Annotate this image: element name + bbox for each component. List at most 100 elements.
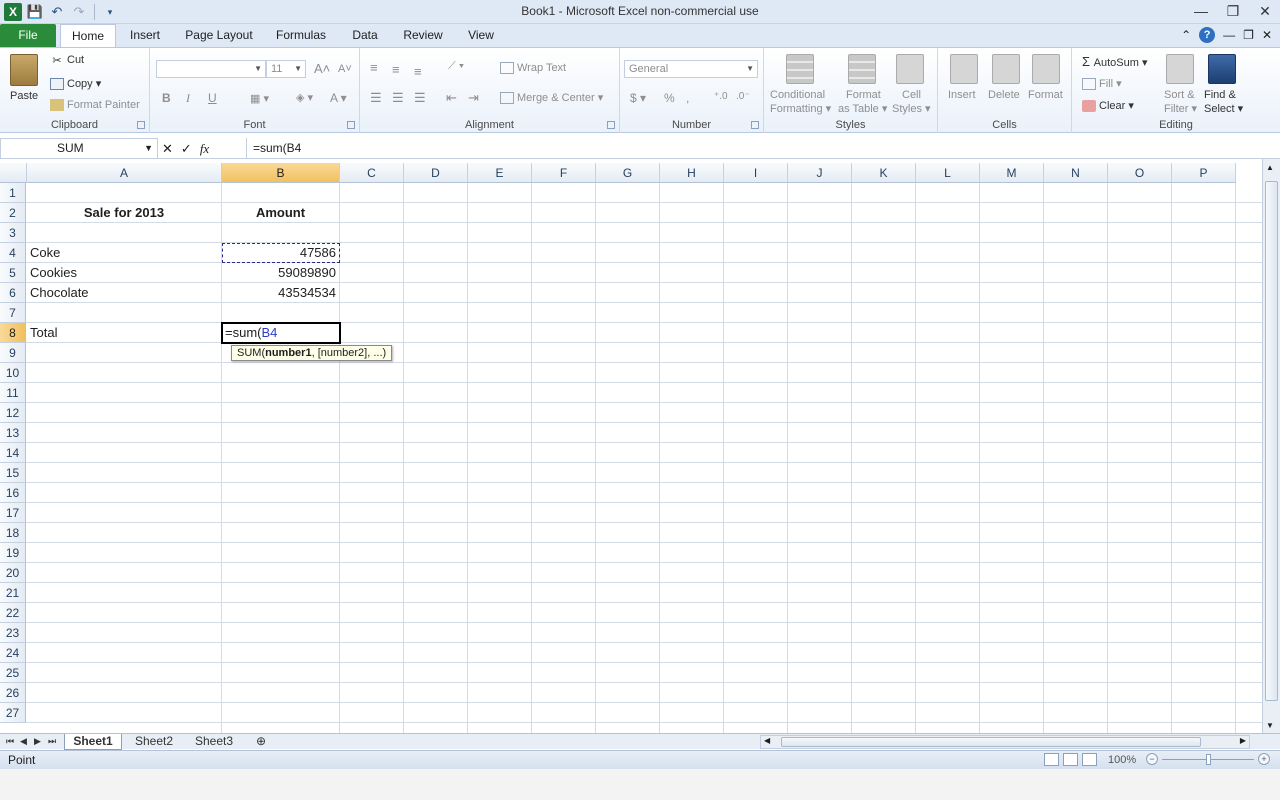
zoom-in-icon[interactable]: + [1258, 753, 1270, 765]
insert-sheet-icon[interactable]: ⊕ [248, 734, 274, 750]
font-launcher-icon[interactable] [347, 121, 355, 129]
active-cell-B8[interactable]: =sum(B4 [221, 322, 341, 344]
scroll-left-icon[interactable]: ◀ [764, 736, 770, 745]
underline-button[interactable]: U [208, 91, 217, 105]
top-align-icon[interactable]: ≡ [370, 60, 378, 75]
middle-align-icon[interactable]: ≡ [392, 62, 400, 77]
cell-B4[interactable]: 47586 [222, 243, 339, 263]
align-left-icon[interactable]: ☰ [370, 90, 382, 106]
minimize-button[interactable]: — [1192, 2, 1210, 20]
paste-label: Paste [10, 90, 39, 102]
cell-styles-label-1: Cell [902, 89, 921, 101]
cell-B8-editor[interactable]: =sum(B4 [223, 324, 339, 342]
scroll-right-icon[interactable]: ▶ [1240, 736, 1246, 745]
grow-font-icon[interactable]: A˄ [314, 61, 330, 76]
bottom-align-icon[interactable]: ≡ [414, 64, 422, 79]
restore-button[interactable]: ❐ [1224, 2, 1242, 20]
workbook-minimize-button[interactable]: — [1223, 28, 1235, 42]
name-box[interactable]: SUM ▼ [0, 138, 158, 159]
formula-input[interactable]: =sum(B4 [246, 138, 1266, 159]
italic-button[interactable]: I [186, 91, 190, 106]
decrease-indent-icon[interactable]: ⇤ [446, 90, 457, 106]
comma-button[interactable]: , [686, 91, 689, 105]
tab-data[interactable]: Data [344, 24, 386, 47]
horizontal-scroll-thumb[interactable] [781, 737, 1201, 747]
clipboard-launcher-icon[interactable] [137, 121, 145, 129]
tab-file[interactable]: File [0, 24, 56, 47]
vertical-scroll-thumb[interactable] [1265, 181, 1278, 701]
format-painter-button[interactable]: Format Painter [50, 99, 140, 112]
copy-button[interactable]: Copy ▾ [50, 77, 101, 91]
prev-sheet-icon[interactable]: ◀ [20, 734, 27, 749]
cell-A4[interactable]: Coke [27, 243, 221, 263]
help-icon[interactable]: ? [1199, 27, 1216, 43]
page-layout-view-icon[interactable] [1063, 753, 1078, 766]
cell-A6[interactable]: Chocolate [27, 283, 221, 303]
workbook-restore-button[interactable]: ❐ [1243, 28, 1254, 42]
cell-B6[interactable]: 43534534 [222, 283, 339, 303]
alignment-launcher-icon[interactable] [607, 121, 615, 129]
number-launcher-icon[interactable] [751, 121, 759, 129]
orientation-icon[interactable]: ⟋ ▾ [448, 60, 464, 73]
close-button[interactable]: ✕ [1256, 2, 1274, 20]
page-break-view-icon[interactable] [1082, 753, 1097, 766]
number-format-combo[interactable]: General ▼ [624, 60, 758, 78]
zoom-slider[interactable]: − + [1146, 753, 1272, 766]
fill-color-icon[interactable]: ◈ ▾ [296, 91, 313, 104]
font-name-combo[interactable]: ▼ [156, 60, 266, 78]
currency-button[interactable]: $ ▾ [630, 91, 646, 105]
increase-indent-icon[interactable]: ⇥ [468, 90, 479, 106]
percent-button[interactable]: % [664, 91, 675, 105]
cell-styles-label-2: Styles ▾ [892, 103, 931, 115]
next-sheet-icon[interactable]: ▶ [34, 734, 41, 749]
tab-page-layout[interactable]: Page Layout [180, 24, 258, 47]
font-color-icon[interactable]: A ▾ [330, 91, 347, 105]
cut-button[interactable]: ✂ Cut [50, 54, 84, 67]
cell-A5[interactable]: Cookies [27, 263, 221, 283]
first-sheet-icon[interactable]: ⏮ [6, 734, 14, 749]
zoom-knob[interactable] [1206, 754, 1211, 765]
scroll-down-icon[interactable]: ▼ [1266, 721, 1274, 730]
worksheet-grid[interactable]: ABCDEFGHIJKLMNOP 1 2 3 4 5 6 7 8 9 10 11 12 13 14 15 16… [0, 163, 1262, 733]
tab-insert[interactable]: Insert [120, 24, 170, 47]
sheet-tab-2[interactable]: Sheet2 [126, 734, 182, 750]
vertical-scrollbar[interactable]: ▲ ▼ [1262, 159, 1280, 733]
bold-button[interactable]: B [162, 91, 171, 105]
tab-review[interactable]: Review [398, 24, 448, 47]
shrink-font-icon[interactable]: A˅ [338, 63, 352, 75]
conditional-formatting-label-2: Formatting ▾ [770, 103, 832, 115]
zoom-out-icon[interactable]: − [1146, 753, 1158, 765]
cell-A8[interactable]: Total [27, 323, 221, 343]
tab-view[interactable]: View [460, 24, 502, 47]
function-tooltip[interactable]: SUM(number1, [number2], ...) [231, 345, 393, 361]
tab-formulas[interactable]: Formulas [270, 24, 332, 47]
fill-button[interactable]: Fill ▾ [1082, 77, 1122, 91]
autosum-button[interactable]: Σ AutoSum ▾ [1082, 54, 1147, 69]
decrease-decimal-icon[interactable]: .0⁻ [736, 91, 750, 102]
last-sheet-icon[interactable]: ⏭ [48, 734, 56, 749]
normal-view-icon[interactable] [1044, 753, 1059, 766]
sheet-tab-3[interactable]: Sheet3 [186, 734, 242, 750]
align-right-icon[interactable]: ☰ [414, 90, 426, 106]
horizontal-scrollbar[interactable]: ◀ ▶ [760, 735, 1250, 749]
insert-function-icon[interactable]: fx [200, 141, 209, 157]
cell-B2[interactable]: Amount [222, 203, 339, 223]
borders-icon[interactable]: ▦ ▾ [250, 92, 269, 105]
enter-icon[interactable]: ✓ [181, 141, 192, 157]
increase-decimal-icon[interactable]: ⁺.0 [714, 91, 728, 102]
merge-center-button[interactable]: Merge & Center ▾ [500, 91, 603, 105]
align-center-icon[interactable]: ☰ [392, 90, 404, 106]
wrap-text-button[interactable]: Wrap Text [500, 62, 566, 75]
cell-A2[interactable]: Sale for 2013 [27, 203, 221, 223]
sheet-tab-1[interactable]: Sheet1 [64, 734, 122, 750]
workbook-close-button[interactable]: ✕ [1262, 28, 1272, 42]
cells-group-label: Cells [992, 119, 1017, 131]
scroll-up-icon[interactable]: ▲ [1266, 163, 1274, 172]
zoom-level[interactable]: 100% [1108, 754, 1136, 766]
cancel-icon[interactable]: ✕ [162, 141, 173, 157]
collapse-ribbon-icon[interactable]: ⌃ [1181, 28, 1191, 42]
font-size-combo[interactable]: 11 ▼ [266, 60, 306, 78]
cell-B5[interactable]: 59089890 [222, 263, 339, 283]
tab-home[interactable]: Home [60, 24, 116, 48]
clear-button[interactable]: Clear ▾ [1082, 99, 1134, 113]
